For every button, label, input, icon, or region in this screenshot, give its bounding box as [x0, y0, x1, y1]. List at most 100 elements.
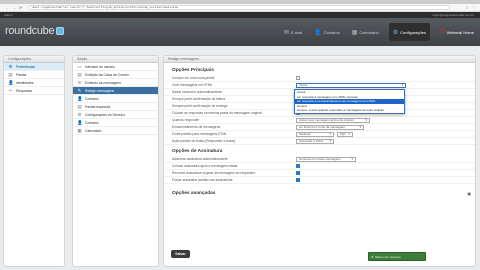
gear-icon: ⚙	[392, 29, 399, 36]
chevron-down-icon: ▾	[351, 156, 353, 161]
section-item-label: Exibindo as mensagens	[85, 80, 122, 85]
section-item-special-folders[interactable]: ▤ Pastas especiais	[73, 103, 158, 111]
nav-webmail-home[interactable]: ⏻ Webmail Home	[438, 29, 476, 36]
success-toast: ✔ Salvo com sucesso	[368, 252, 426, 261]
roundcube-logo[interactable]: roundcube	[5, 25, 65, 37]
chevron-down-icon: ▾	[365, 117, 367, 122]
section-item-mailbox-view[interactable]: ▤ Exibição da Caixa de Correio	[73, 71, 158, 79]
nav-calendar[interactable]: ▦ Calendário	[350, 29, 381, 36]
select-value: iniciar nova mensagem acima da original	[299, 117, 354, 122]
nav-email[interactable]: ✉ E-mail	[282, 29, 304, 36]
save-button[interactable]: Salvar	[171, 250, 190, 258]
signature-below-quote-checkbox[interactable]	[296, 164, 300, 169]
checkmark-icon: ✔	[371, 255, 374, 259]
address-bar: ← → ⟳ mail.rogenhairmarlar.com.br/?_task…	[0, 4, 480, 12]
row-label: Quando responder	[172, 118, 200, 122]
nav-webmail-home-label: Webmail Home	[446, 29, 474, 35]
section-item-label: Calendário	[85, 128, 102, 133]
sidebar-item-label: Identidades	[16, 80, 34, 85]
sidebar-item-label: Respostas	[16, 88, 33, 93]
row-signature-below-quote: Colocar assinatura após a mensagem citad…	[164, 163, 475, 170]
row-compose-new-window: Compor em uma nova janela	[164, 75, 475, 82]
expand-icon[interactable]: ▣	[467, 191, 471, 196]
section-item-contacts-2[interactable]: 👤 Contatos	[73, 119, 158, 127]
section-item-displaying-messages[interactable]: ✉ Exibindo as mensagens	[73, 79, 158, 87]
forward-mode-select[interactable]: em linha com corpo da mensagem ▾	[296, 124, 364, 130]
section-item-label: Contatos	[85, 96, 99, 101]
top-navigation: ✉ E-mail 👤 Contatos ▦ Calendário ⚙ Configura…	[282, 18, 476, 46]
calendar-icon: ▦	[351, 29, 358, 36]
browser-nav: ← → ⟳	[0, 5, 22, 10]
section-item-contacts[interactable]: 👤 Contatos	[73, 95, 158, 103]
dropdown-option[interactable]: sempre, exceto quando responder a mensag…	[295, 108, 404, 113]
list-icon: ▤	[77, 71, 82, 77]
sidebar-item-preferences[interactable]: ⚙ Preferências	[4, 63, 64, 71]
section-item-label: Exibição da Caixa de Correio	[85, 72, 129, 77]
row-label: Adicionar assinatura automaticamente	[172, 157, 229, 161]
section-item-user-interface[interactable]: ▭ Interface do usuário	[73, 63, 158, 71]
row-label: Ação padrão do botão [Responder a todos]	[172, 139, 236, 143]
row-label: Colocar as respostas na mesma pasta da m…	[172, 111, 262, 115]
person-icon: 👤	[314, 29, 322, 36]
chevron-down-icon: ▾	[329, 138, 331, 143]
reload-icon[interactable]: ⟳	[19, 5, 22, 10]
app-header: roundcube ✉ E-mail 👤 Contatos ▦ Calendário …	[0, 18, 480, 46]
section-item-server-settings[interactable]: ⚙ Configurações do Servidor	[73, 111, 158, 119]
font-family-select[interactable]: Verdana ▾	[296, 131, 334, 137]
sidebar-item-identities[interactable]: 👤 Identidades	[4, 79, 64, 87]
select-value: em linha com corpo da mensagem	[299, 124, 346, 129]
sidebar-item-folders[interactable]: ▤ Pastas	[4, 71, 64, 79]
row-reply-all-default: Ação padrão do botão [Responder a todos]…	[164, 138, 475, 145]
section-list: Seção ▭ Interface do usuário ▤ Exibição da…	[72, 55, 159, 267]
row-label: Fonte padrão para mensagens HTML	[172, 132, 227, 136]
reply-all-select[interactable]: responder a todos ▾	[296, 138, 334, 144]
forward-icon[interactable]: →	[12, 5, 16, 10]
sidebar-item-label: Preferências	[16, 64, 36, 69]
power-icon: ⏻	[439, 28, 445, 35]
row-strip-signature: Remover assinatura original da mensagem …	[164, 170, 475, 177]
force-separator-checkbox[interactable]	[296, 178, 300, 183]
settings-sidebar: Configurações ⚙ Preferências ▤ Pastas 👤 Ide…	[3, 55, 65, 267]
section-item-calendar[interactable]: ▦ Calendário	[73, 127, 158, 135]
main-options-title: Opções Principais	[172, 68, 214, 73]
row-default-font: Fonte padrão para mensagens HTML Verdana…	[164, 131, 475, 138]
sidebar-item-responses[interactable]: ↩ Respostas	[4, 87, 64, 95]
html-compose-select[interactable]: nunca ▾	[296, 82, 406, 88]
chevron-down-icon: ▾	[401, 82, 403, 87]
signature-options-title: Opções de Assinatura	[172, 149, 223, 154]
reply-mode-select[interactable]: iniciar nova mensagem acima da original ▾	[296, 117, 370, 123]
row-reply-mode: Quando responder iniciar nova mensagem a…	[164, 117, 475, 124]
section-item-composing[interactable]: ✎ Redigir mensagens	[73, 87, 158, 95]
browser-menu-icon[interactable]: ⋮	[472, 5, 476, 10]
gear-icon: ⚙	[8, 63, 13, 69]
chevron-down-icon: ▾	[329, 131, 331, 136]
person-icon: 👤	[77, 95, 83, 101]
sidebar-item-label: Pastas	[16, 72, 27, 77]
bookmark-star-icon[interactable]: ☆	[465, 5, 469, 10]
select-value: Verdana	[299, 131, 311, 136]
auto-signature-select[interactable]: somente em novas mensagens ▾	[296, 156, 356, 162]
person-icon: 👤	[8, 79, 14, 85]
logo-text: roundcube	[5, 25, 55, 37]
chevron-down-icon: ▾	[359, 124, 361, 129]
section-item-label: Redigir mensagens	[85, 88, 115, 93]
toast-message: Salvo com sucesso	[375, 255, 401, 259]
url-field[interactable]: mail.rogenhairmarlar.com.br/?_task=setti…	[28, 5, 450, 10]
browser-extensions: ☆ ⋮	[450, 5, 480, 10]
strip-signature-checkbox[interactable]	[296, 171, 300, 176]
row-label: Compor em uma nova janela	[172, 76, 215, 80]
calendar-icon: ▦	[77, 127, 82, 133]
nav-settings-label: Configurações	[400, 29, 426, 35]
advanced-options-toggle[interactable]: Opções avançadas ▣	[164, 190, 475, 197]
folder-icon: ▤	[77, 103, 82, 109]
row-forward-mode: Encaminhamento de mensagens em linha com…	[164, 124, 475, 131]
compose-new-window-checkbox[interactable]	[296, 76, 300, 81]
row-label: Salvar rascunho automaticamente	[172, 90, 223, 94]
window-icon: ▭	[77, 63, 82, 69]
select-value: 10pt	[339, 131, 346, 136]
nav-settings[interactable]: ⚙ Configurações	[388, 23, 430, 41]
back-icon[interactable]: ←	[5, 5, 9, 10]
reply-icon: ↩	[8, 87, 13, 93]
font-size-select[interactable]: 10pt ▾	[336, 131, 353, 137]
nav-contacts[interactable]: 👤 Contatos	[312, 29, 342, 36]
